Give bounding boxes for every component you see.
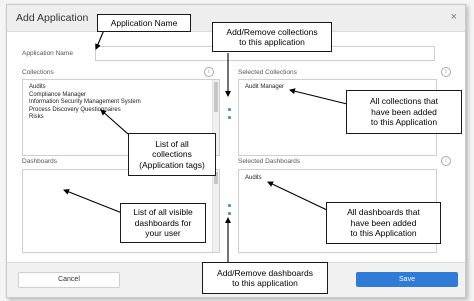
- arrow-list-all-collections: [100, 109, 129, 135]
- callout-list-visible-dashboards: List of all visible dashboards for your us…: [120, 203, 206, 243]
- arrow-list-visible-dashboards: [63, 189, 123, 214]
- callout-all-collections-added: All collections that have been added to th…: [346, 90, 462, 134]
- callout-all-dashboards-added: All dashboards that have been added to thi…: [326, 202, 441, 244]
- arrow-all-collections-added: [289, 88, 348, 105]
- callout-add-remove-dashboards: Add/Remove dashboards to this application: [202, 262, 328, 294]
- arrow-application-name: [95, 29, 105, 50]
- arrow-all-dashboards-added: [267, 181, 328, 211]
- callout-application-name: Application Name: [97, 14, 191, 32]
- callout-add-remove-collections: Add/Remove collections to this applicatio…: [212, 22, 332, 52]
- callout-list-all-collections: List of all collections (Application tags): [128, 133, 216, 176]
